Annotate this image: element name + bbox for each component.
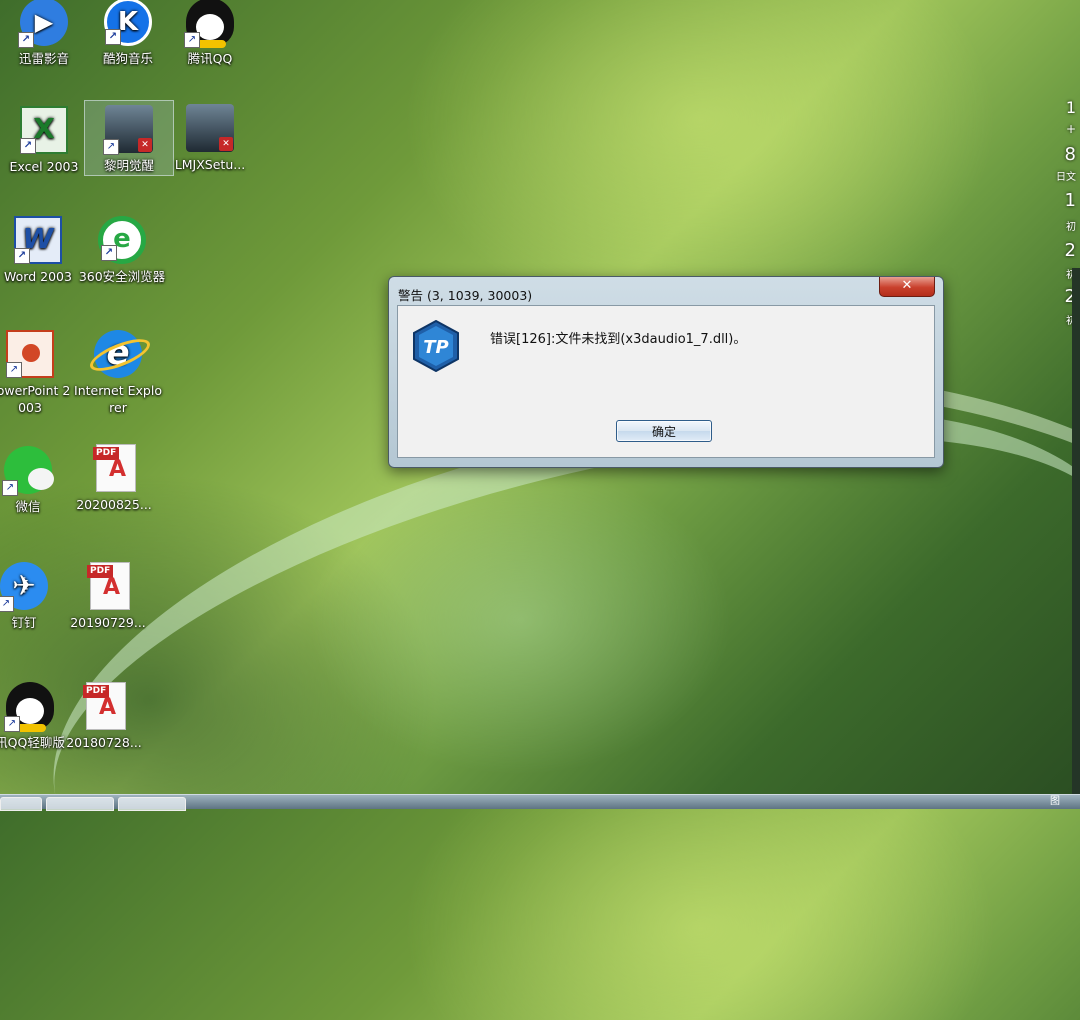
taskbar-button[interactable]: [0, 797, 42, 811]
desktop-icon-label: Internet Explorer: [74, 383, 162, 415]
taskbar-button[interactable]: [46, 797, 114, 811]
desktop-icon-xunlei[interactable]: ▶ ↗ 迅雷影音: [0, 0, 88, 67]
warning-dialog: 警告 (3, 1039, 30003) ✕ TP 错误[126]:文件未找到(x…: [388, 276, 944, 468]
gadget-text: 日文: [1056, 172, 1076, 183]
desktop-icon-pdf-20200825[interactable]: PDF 20200825...: [70, 444, 158, 513]
close-button[interactable]: ✕: [879, 277, 935, 297]
desktop-icon-dingtalk[interactable]: ✈ ↗ 钉钉: [0, 562, 68, 631]
desktop-icon-label: 黎明觉醒: [103, 158, 154, 173]
desktop-icon-excel[interactable]: X ↗ Excel 2003: [0, 106, 88, 175]
desktop-icon-label: 钉钉: [11, 615, 37, 630]
shortcut-arrow-icon: ↗: [20, 138, 36, 154]
pdf-tag: PDF: [87, 565, 114, 578]
game-setup-icon: [186, 104, 234, 152]
pdf-file-icon: PDF: [83, 682, 126, 730]
desktop-icon-label: LMJXSetu...: [174, 157, 246, 172]
gadget-text: 1: [1065, 98, 1076, 117]
shortcut-arrow-icon: ↗: [6, 362, 22, 378]
internet-explorer-icon: e: [94, 330, 142, 378]
gadget-text: 初: [1066, 222, 1076, 233]
shortcut-arrow-icon: ↗: [18, 32, 34, 48]
desktop-icon-label: Word 2003: [4, 269, 72, 284]
wechat-icon: ↗: [2, 446, 54, 496]
desktop-icon-pdf-20190729[interactable]: PDF 20190729...: [64, 562, 152, 631]
desktop-icon-wechat[interactable]: ↗ 微信: [0, 446, 72, 515]
desktop-icon-label: 20190729...: [70, 615, 146, 630]
pdf-file-icon: PDF: [93, 444, 136, 492]
screen-bezel-edge: [1072, 268, 1080, 808]
shortcut-arrow-icon: ↗: [14, 248, 30, 264]
tp-logo-icon: TP: [413, 320, 459, 372]
error-message: 错误[126]:文件未找到(x3daudio1_7.dll)。: [490, 332, 747, 347]
desktop-icon-label: 腾讯QQ: [187, 51, 233, 66]
360-browser-icon: e ↗: [98, 216, 146, 264]
pdf-tag: PDF: [93, 447, 120, 460]
desktop-icon-label: 20200825...: [76, 497, 152, 512]
desktop-icon-label: 微信: [15, 499, 41, 514]
desktop-icon-360-browser[interactable]: e ↗ 360安全浏览器: [78, 216, 166, 285]
dialog-titlebar[interactable]: 警告 (3, 1039, 30003) ✕: [389, 277, 943, 305]
taskbar: 图: [0, 794, 1080, 811]
desktop-icon-label: PowerPoint 2003: [0, 383, 71, 415]
desktop-icon-pdf-20180728[interactable]: PDF 20180728...: [60, 682, 148, 751]
gadget-text: +: [1065, 122, 1076, 136]
desktop-icon-game[interactable]: ↗ 黎明觉醒: [84, 100, 174, 176]
gadget-text: 2: [1064, 240, 1076, 261]
shortcut-arrow-icon: ↗: [0, 596, 14, 612]
gadget-text: 8: [1064, 144, 1076, 165]
shortcut-arrow-icon: ↗: [105, 29, 121, 45]
tp-logo-text: TP: [423, 337, 448, 358]
desktop-icon-powerpoint[interactable]: ↗ PowerPoint 2003: [0, 330, 74, 416]
dialog-body: TP 错误[126]:文件未找到(x3daudio1_7.dll)。 确定: [397, 305, 935, 458]
desktop-icon-label: Excel 2003: [9, 159, 79, 174]
gadget-text: 1: [1064, 190, 1076, 211]
shortcut-arrow-icon: ↗: [2, 480, 18, 496]
dingtalk-icon: ✈ ↗: [0, 562, 48, 612]
word-icon: W ↗: [14, 216, 62, 264]
ok-button[interactable]: 确定: [616, 420, 712, 442]
game-icon: ↗: [103, 105, 153, 155]
taskbar-button[interactable]: [118, 797, 186, 811]
pdf-tag: PDF: [83, 685, 110, 698]
shortcut-arrow-icon: ↗: [103, 139, 119, 155]
close-icon: ✕: [901, 278, 913, 293]
xunlei-icon: ▶ ↗: [18, 0, 68, 48]
shortcut-arrow-icon: ↗: [4, 716, 20, 732]
desktop-icon-internet-explorer[interactable]: e Internet Explorer: [74, 330, 162, 416]
desktop-icon-label: 迅雷影音: [18, 51, 69, 66]
powerpoint-icon: ↗: [6, 330, 54, 378]
qq-penguin-icon: ↗: [184, 0, 234, 48]
shortcut-arrow-icon: ↗: [101, 245, 117, 261]
pdf-file-icon: PDF: [87, 562, 130, 610]
desktop-icon-game-setup[interactable]: LMJXSetu...: [166, 104, 254, 173]
desktop-icon-kugou[interactable]: K ↗ 酷狗音乐: [84, 0, 172, 67]
qq-lite-icon: ↗: [4, 682, 54, 732]
kugou-music-icon: K ↗: [104, 0, 152, 46]
dialog-title: 警告 (3, 1039, 30003): [398, 288, 533, 303]
desktop-icon-label: 360安全浏览器: [78, 269, 166, 284]
desktop-icon-qq[interactable]: ↗ 腾讯QQ: [166, 0, 254, 67]
excel-icon: X ↗: [20, 106, 68, 154]
shortcut-arrow-icon: ↗: [184, 32, 200, 48]
desktop-icon-label: 20180728...: [66, 735, 142, 750]
desktop-icon-word[interactable]: W ↗ Word 2003: [0, 216, 82, 285]
desktop-icon-label: 酷狗音乐: [102, 51, 153, 66]
tray-text[interactable]: 图: [1050, 795, 1060, 809]
